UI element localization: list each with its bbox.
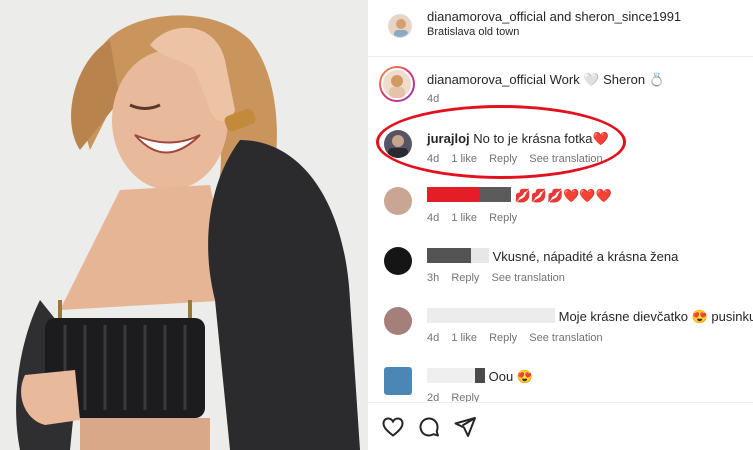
comment-item: Moje krásne dievčatko 😍 pusinku t 4d 1 l…: [368, 305, 753, 349]
redacted-username: [427, 248, 471, 263]
caption-time: 4d: [427, 93, 440, 105]
commenter-avatar[interactable]: [384, 187, 412, 215]
comment-time: 3h: [427, 272, 440, 284]
post-header: dianamorova_official and sheron_since199…: [368, 0, 753, 57]
redacted-username: [475, 368, 485, 383]
commenter-avatar[interactable]: [384, 367, 412, 395]
caption-text: Work 🤍 Sheron 💍: [549, 72, 665, 87]
see-translation-button[interactable]: See translation: [492, 272, 565, 284]
heart-icon[interactable]: [381, 415, 405, 439]
caption: dianamorova_official Work 🤍 Sheron 💍 4d: [368, 66, 753, 110]
comment-text: Oou 😍: [488, 369, 533, 384]
redacted-username: [479, 187, 511, 202]
post-location[interactable]: Bratislava old town: [427, 26, 519, 38]
comment-item: Oou 😍 2d Reply: [368, 365, 753, 402]
see-translation-button[interactable]: See translation: [529, 332, 602, 344]
comment-text: 💋💋💋❤️❤️❤️: [514, 188, 612, 203]
reply-button[interactable]: Reply: [451, 392, 479, 402]
redacted-username: [471, 248, 489, 263]
reply-button[interactable]: Reply: [489, 212, 517, 224]
comment-likes[interactable]: 1 like: [451, 212, 477, 224]
comment-text: Moje krásne dievčatko 😍 pusinku t: [558, 309, 753, 324]
comment-text: Vkusné, nápadité a krásna žena: [492, 249, 679, 264]
redacted-username: [427, 368, 475, 383]
comment-likes[interactable]: 1 like: [451, 332, 477, 344]
caption-username[interactable]: dianamorova_official: [427, 72, 546, 87]
post-authors[interactable]: dianamorova_official and sheron_since199…: [427, 9, 681, 24]
commenter-avatar[interactable]: [384, 247, 412, 275]
comments-panel: dianamorova_official and sheron_since199…: [368, 0, 753, 450]
share-icon[interactable]: [453, 415, 477, 439]
reply-button[interactable]: Reply: [451, 272, 479, 284]
post-photo: [0, 0, 368, 450]
commenter-avatar[interactable]: [384, 307, 412, 335]
author-avatar[interactable]: [388, 14, 412, 38]
photo-illustration: [0, 0, 368, 450]
comment-time: 4d: [427, 212, 440, 224]
reply-button[interactable]: Reply: [489, 332, 517, 344]
caption-avatar[interactable]: [379, 66, 415, 102]
comment-item: Vkusné, nápadité a krásna žena 3h Reply …: [368, 245, 753, 289]
comment-time: 4d: [427, 332, 440, 344]
redacted-username: [427, 187, 479, 202]
action-bar: [368, 402, 753, 450]
comment-item: 💋💋💋❤️❤️❤️ 4d 1 like Reply: [368, 185, 753, 229]
comment-time: 2d: [427, 392, 440, 402]
highlight-ellipse: [376, 105, 626, 179]
redacted-username: [427, 308, 555, 323]
comment-icon[interactable]: [417, 415, 441, 439]
